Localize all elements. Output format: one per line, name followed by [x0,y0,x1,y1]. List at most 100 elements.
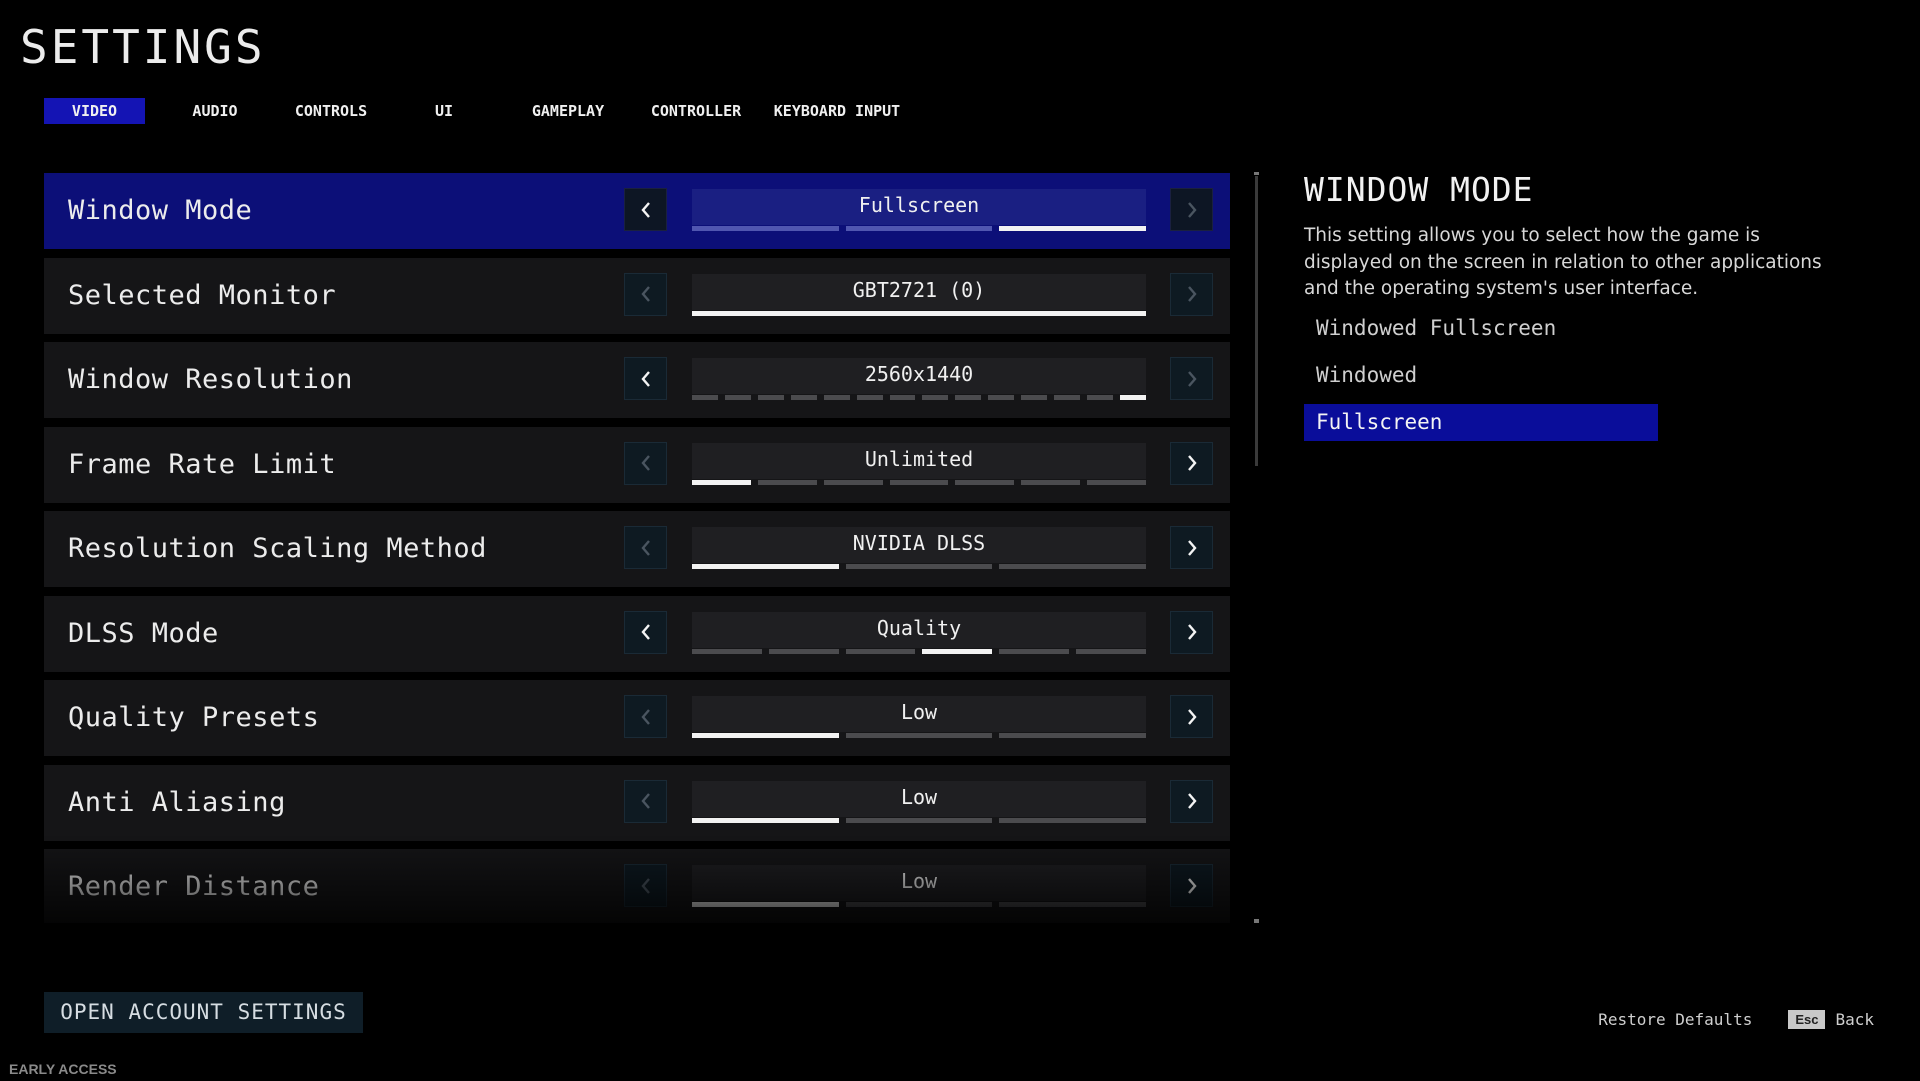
previous-value-button[interactable] [624,272,667,316]
option-indicator-segment [692,310,1146,316]
setting-label: DLSS Mode [68,617,219,649]
setting-value: Quality [876,615,962,640]
setting-value-box: GBT2721 (0) [692,273,1146,310]
option-indicator-segment [790,395,817,400]
setting-row[interactable]: Quality Presets Low [44,680,1230,756]
next-value-button[interactable] [1170,526,1213,569]
option-indicator-segment [692,395,718,400]
next-value-button[interactable] [1170,357,1213,400]
option-indicator-segment [757,479,817,485]
page-title: SETTINGS [20,20,266,74]
setting-label: Quality Presets [68,702,320,733]
option-indicator-segment [1119,395,1146,400]
previous-value-button[interactable] [624,864,667,907]
chevron-left-icon [639,792,653,810]
description-options: Windowed Fullscreen Windowed Fullscreen [1304,310,1658,451]
option-indicator-segment [1076,648,1146,654]
option-indicator-segment [1054,395,1081,400]
option-indicator-segment [1087,479,1147,485]
setting-row[interactable]: Selected Monitor GBT2721 (0) [44,257,1230,334]
option-indicator-segment [692,479,751,485]
tab-controller[interactable]: CONTROLLER [641,98,751,124]
chevron-right-icon [1185,623,1199,641]
next-value-button[interactable] [1170,441,1213,485]
tab-gameplay[interactable]: GAMEPLAY [523,98,613,124]
previous-value-button[interactable] [624,357,667,400]
setting-label: Selected Monitor [68,279,337,311]
setting-value-box: Quality [692,611,1146,648]
setting-row[interactable]: Render Distance Low [44,849,1230,923]
option-indicator [692,479,1147,485]
option-indicator [692,733,1147,738]
option-windowed[interactable]: Windowed [1304,357,1658,394]
option-indicator-segment [768,648,839,654]
option-indicator-segment [999,226,1147,231]
setting-row[interactable]: Window Mode Fullscreen [44,173,1230,249]
chevron-left-icon [639,708,653,726]
previous-value-button[interactable] [624,188,667,231]
option-indicator-segment [955,479,1015,485]
option-indicator-segment [823,395,850,400]
chevron-left-icon [639,285,653,303]
option-indicator-segment [845,564,993,569]
previous-value-button[interactable] [624,526,667,569]
chevron-right-icon [1185,454,1199,472]
next-value-button[interactable] [1170,779,1213,823]
option-indicator-segment [845,648,916,654]
setting-row[interactable]: Window Resolution 2560x1440 [44,342,1230,418]
option-indicator-segment [757,395,784,400]
previous-value-button[interactable] [624,779,667,823]
setting-row[interactable]: DLSS Mode Quality [44,595,1230,672]
next-value-button[interactable] [1170,188,1213,231]
option-indicator-segment [692,226,839,231]
tab-audio[interactable]: AUDIO [180,98,250,124]
option-fullscreen[interactable]: Fullscreen [1304,404,1658,441]
tab-controls[interactable]: CONTROLS [286,98,376,124]
option-indicator-segment [692,733,839,738]
chevron-left-icon [639,623,653,641]
chevron-right-icon [1185,370,1199,388]
setting-value-box: 2560x1440 [692,358,1146,394]
description-title: WINDOW MODE [1304,170,1534,209]
tab-ui[interactable]: UI [424,98,464,124]
description-text: This setting allows you to select how th… [1304,225,1822,299]
option-indicator-segment [1021,395,1048,400]
option-indicator-segment [856,395,883,400]
chevron-left-icon [639,454,653,472]
chevron-right-icon [1185,201,1199,219]
setting-row[interactable]: Frame Rate Limit Unlimited [44,426,1230,503]
setting-value-box: Unlimited [692,442,1146,479]
setting-value-box: Low [692,696,1146,732]
setting-row[interactable]: Resolution Scaling Method NVIDIA DLSS [44,511,1230,587]
option-indicator-segment [823,479,883,485]
previous-value-button[interactable] [624,695,667,738]
tab-keyboard-input[interactable]: KEYBOARD INPUT [766,98,908,124]
settings-list: Window Mode Fullscreen Selected Monitor GBT… [44,173,1230,923]
setting-value-box: NVIDIA DLSS [692,527,1146,563]
next-value-button[interactable] [1170,695,1213,738]
option-indicator [692,226,1147,231]
option-windowed-fullscreen[interactable]: Windowed Fullscreen [1304,310,1658,347]
setting-label: Frame Rate Limit [68,448,337,480]
setting-value: Low [900,869,938,893]
setting-value: Unlimited [864,446,974,471]
next-value-button[interactable] [1170,610,1213,654]
next-value-button[interactable] [1170,272,1213,316]
next-value-button[interactable] [1170,864,1213,907]
chevron-right-icon [1185,539,1199,557]
setting-row[interactable]: Anti Aliasing Low [44,764,1230,841]
previous-value-button[interactable] [624,441,667,485]
setting-value-box: Low [692,780,1146,817]
setting-label: Window Resolution [68,364,353,395]
option-indicator [692,310,1146,316]
restore-defaults-button[interactable]: Restore Defaults [1598,1010,1752,1029]
open-account-settings-button[interactable]: OPEN ACCOUNT SETTINGS [44,992,363,1033]
option-indicator-segment [889,479,949,485]
setting-value: Fullscreen [858,193,980,217]
back-button[interactable]: Back [1835,1010,1874,1029]
chevron-right-icon [1185,285,1199,303]
tab-video[interactable]: VIDEO [44,98,145,124]
scrollbar-thumb[interactable] [1255,176,1258,466]
option-indicator-segment [999,648,1070,654]
previous-value-button[interactable] [624,610,667,654]
